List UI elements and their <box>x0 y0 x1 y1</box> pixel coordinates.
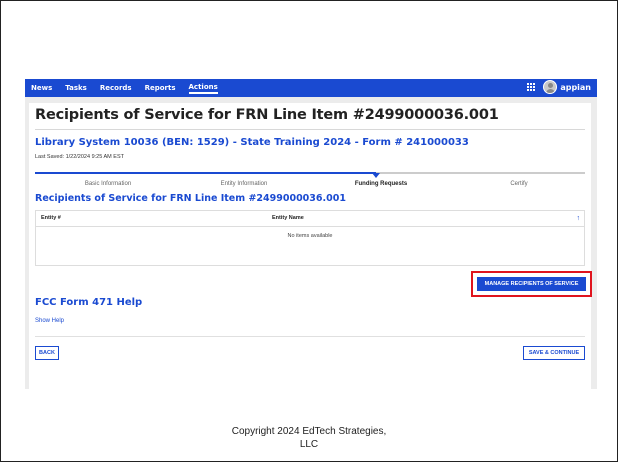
progress-stepper: Basic Information Entity Information Fun… <box>35 172 585 192</box>
page-title: Recipients of Service for FRN Line Item … <box>35 107 499 123</box>
empty-table-message: No items available <box>287 233 333 239</box>
form-subtitle: Library System 10036 (BEN: 1529) - State… <box>35 137 469 148</box>
divider <box>35 129 585 130</box>
show-help-link[interactable]: Show Help <box>35 318 64 324</box>
current-step-marker-icon <box>372 173 380 178</box>
nav-reports[interactable]: Reports <box>145 84 176 92</box>
stepper-progress <box>35 172 376 174</box>
section-title: Recipients of Service for FRN Line Item … <box>35 193 346 204</box>
app-grid-icon[interactable] <box>527 83 536 91</box>
step-funding-requests: Funding Requests <box>354 181 408 187</box>
nav-tasks[interactable]: Tasks <box>65 84 87 92</box>
back-button[interactable]: BACK <box>35 346 59 360</box>
user-avatar[interactable] <box>543 80 558 94</box>
nav-right: appian <box>527 80 591 94</box>
step-entity-information: Entity Information <box>220 181 268 187</box>
step-certify: Certify <box>510 181 528 187</box>
last-saved-text: Last Saved: 1/22/2024 9:25 AM EST <box>35 154 124 160</box>
top-nav: News Tasks Records Reports Actions appia… <box>25 79 597 97</box>
help-title: FCC Form 471 Help <box>35 297 143 308</box>
column-header-entity-name[interactable]: Entity Name <box>272 211 304 226</box>
nav-actions[interactable]: Actions <box>188 83 218 94</box>
main-card: Recipients of Service for FRN Line Item … <box>29 103 592 389</box>
save-continue-button[interactable]: SAVE & CONTINUE <box>523 346 585 360</box>
appian-logo: appian <box>560 82 591 92</box>
footer-divider <box>35 336 585 337</box>
sort-up-arrow-icon[interactable]: ↑ <box>577 212 581 225</box>
manage-recipients-button[interactable]: MANAGE RECIPIENTS OF SERVICE <box>477 277 586 291</box>
recipients-table: Entity # Entity Name ↑ No items availabl… <box>35 210 585 266</box>
highlight-box: MANAGE RECIPIENTS OF SERVICE <box>471 271 592 297</box>
nav-records[interactable]: Records <box>100 84 132 92</box>
nav-news[interactable]: News <box>31 84 52 92</box>
copyright-line-2: LLC <box>299 439 319 450</box>
table-header-divider <box>36 226 584 227</box>
step-basic-information: Basic Information <box>84 181 132 187</box>
app-window: News Tasks Records Reports Actions appia… <box>25 79 597 389</box>
copyright-line-1: Copyright 2024 EdTech Strategies, <box>231 426 387 437</box>
column-header-entity-number[interactable]: Entity # <box>41 211 61 226</box>
